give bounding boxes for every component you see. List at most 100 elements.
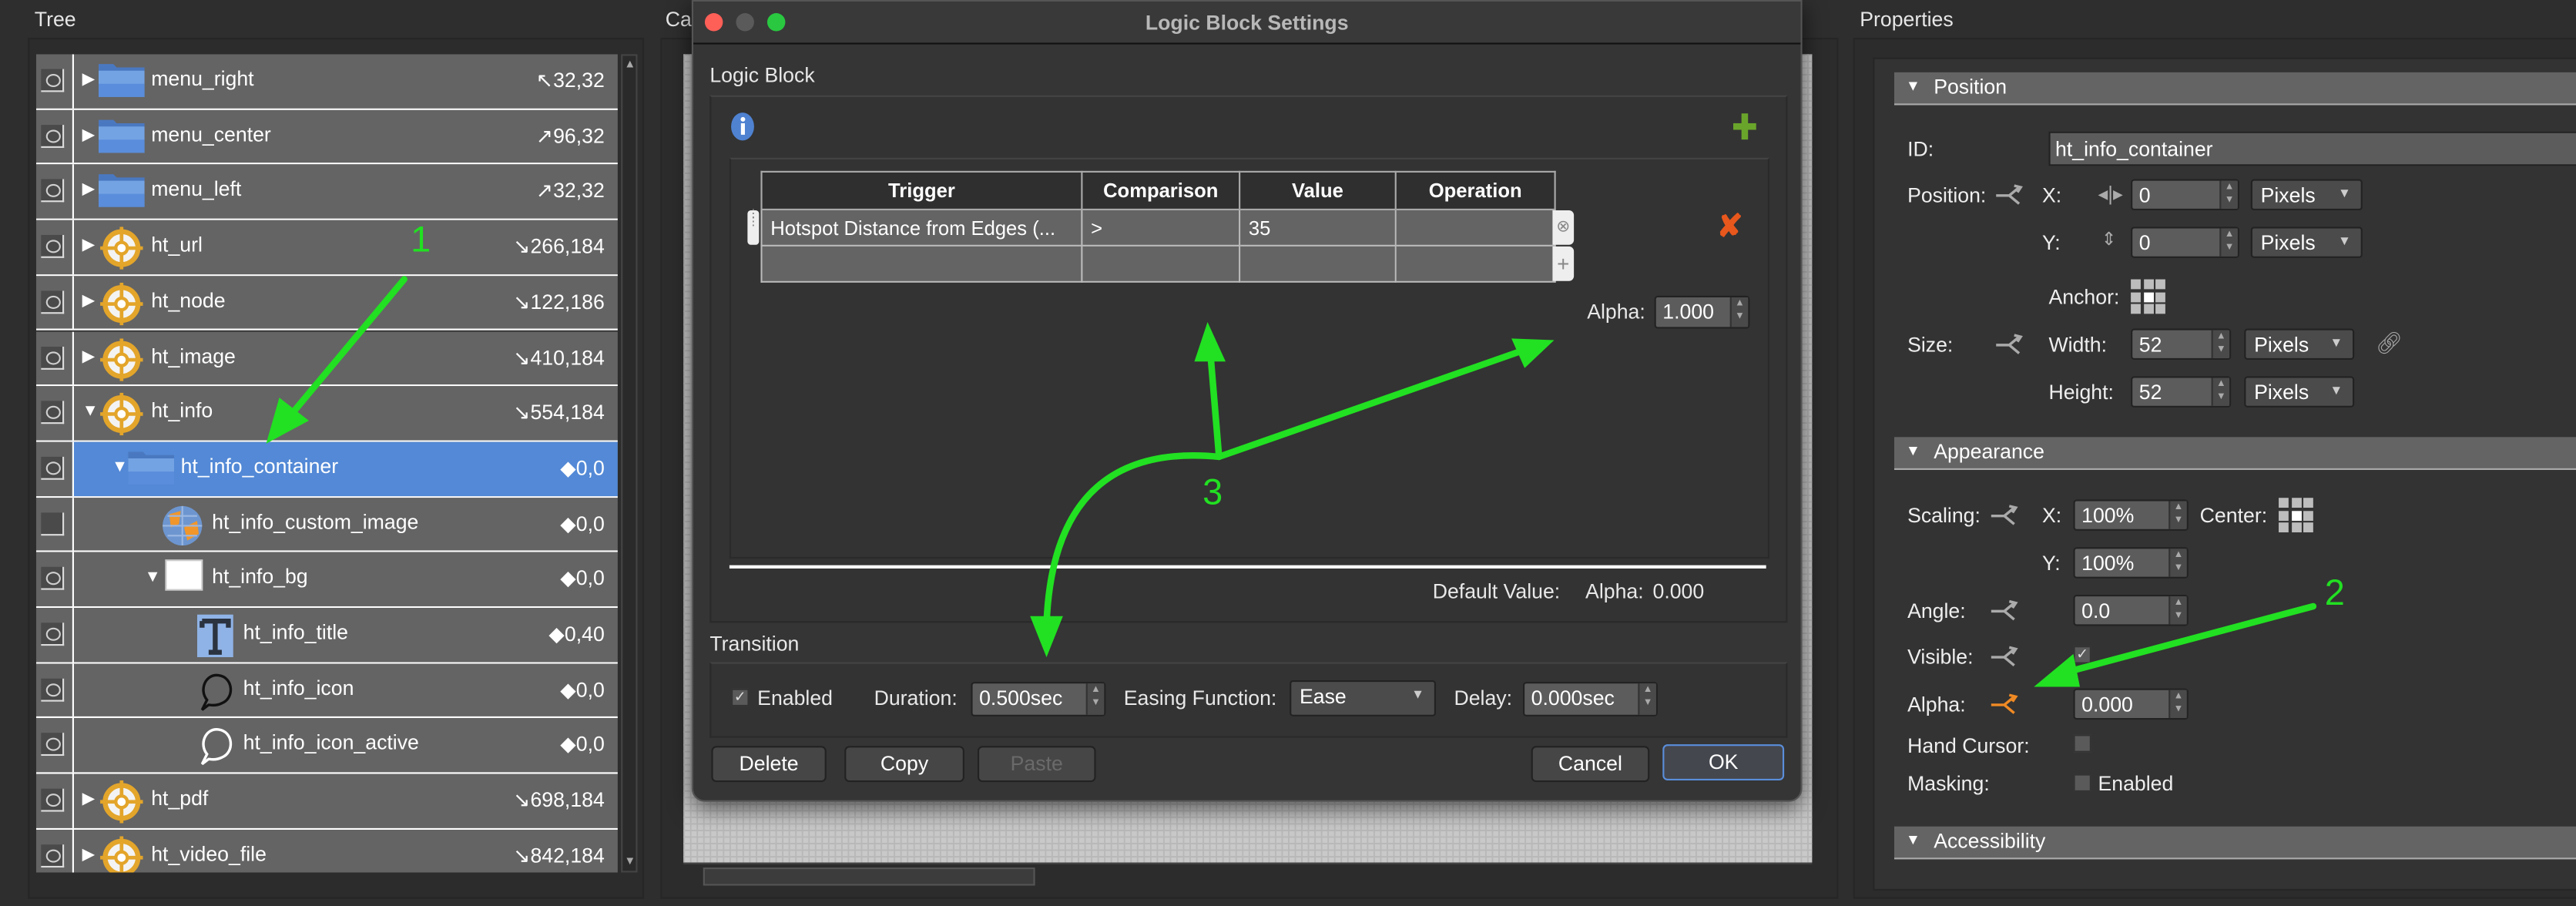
delay-stepper[interactable]: 0.000sec ▲ ▼ [1523, 682, 1658, 716]
stepper-arrows-icon[interactable]: ▲ ▼ [2211, 330, 2230, 358]
animate-property-icon[interactable] [1990, 505, 2019, 528]
visibility-eye-icon[interactable] [41, 622, 65, 646]
width-stepper[interactable]: 52 ▲ ▼ [2131, 328, 2232, 361]
operation-cell[interactable] [1394, 244, 1556, 283]
tree-row-ht-info-custom-image[interactable]: ht_info_custom_image ◆0,0 [35, 497, 618, 553]
scroll-down-icon[interactable]: ▼ [624, 856, 636, 867]
tree-row-ht-url[interactable]: ▶ ht_url ↘266,184 [35, 220, 618, 276]
stepper-arrows-icon[interactable]: ▲ ▼ [2168, 549, 2187, 577]
visibility-toggle-off[interactable] [41, 512, 65, 535]
stepper-arrows-icon[interactable]: ▲ ▼ [2168, 690, 2187, 718]
delete-condition-x-icon[interactable]: ✘ [1717, 209, 1743, 247]
animate-property-icon[interactable] [1994, 184, 2024, 207]
table-row-empty[interactable] [760, 244, 1556, 283]
cancel-button[interactable]: Cancel [1531, 746, 1650, 783]
tree-row-ht-info-title[interactable]: ht_info_title ◆0,40 [35, 608, 618, 663]
expand-triangle-down-icon[interactable]: ▼ [82, 403, 99, 421]
position-x-stepper[interactable]: 0 ▲ ▼ [2131, 179, 2239, 210]
stepper-arrows-icon[interactable]: ▲ ▼ [2211, 378, 2230, 406]
animate-property-icon[interactable] [1990, 646, 2019, 669]
tree-row-ht-pdf[interactable]: ▶ ht_pdf ↘698,184 [35, 773, 618, 830]
expand-triangle-right-icon[interactable]: ▶ [82, 181, 95, 199]
value-cell[interactable]: 35 [1239, 208, 1397, 247]
link-aspect-icon[interactable]: 🔗︎ [2376, 331, 2403, 357]
expand-triangle-right-icon[interactable]: ▶ [82, 237, 95, 254]
height-stepper[interactable]: 52 ▲ ▼ [2131, 376, 2232, 408]
visibility-eye-icon[interactable] [41, 788, 65, 812]
anchor-grid[interactable] [2131, 279, 2165, 314]
visibility-eye-icon[interactable] [41, 567, 65, 591]
expand-triangle-right-icon[interactable]: ▶ [82, 790, 95, 808]
tree-row-menu-left[interactable]: ▶ menu_left ↗32,32 [35, 165, 618, 220]
expand-triangle-right-icon[interactable]: ▶ [82, 846, 95, 864]
expand-triangle-down-icon[interactable]: ▼ [112, 458, 128, 476]
position-y-stepper[interactable]: 0 ▲ ▼ [2131, 226, 2239, 258]
drag-handle-icon[interactable]: ⋮ ⋮ [747, 209, 760, 245]
tree-row-ht-info-icon[interactable]: ht_info_icon ◆0,0 [35, 663, 618, 719]
ok-button[interactable]: OK [1662, 744, 1785, 781]
remove-row-icon[interactable]: ⊗ [1552, 210, 1575, 245]
stepper-arrows-icon[interactable]: ▲ ▼ [2168, 501, 2187, 529]
stepper-arrows-icon[interactable]: ▲ ▼ [2219, 180, 2238, 209]
id-input[interactable]: ht_info_container [2048, 131, 2576, 166]
tree-row-ht-video-file[interactable]: ▶ ht_video_file ↘842,184 [35, 829, 618, 873]
stepper-arrows-icon[interactable]: ▲ ▼ [2168, 596, 2187, 625]
comparison-cell[interactable]: > [1081, 208, 1241, 247]
tree-row-ht-node[interactable]: ▶ ht_node ↘122,186 [35, 275, 618, 331]
visibility-eye-icon[interactable] [41, 180, 65, 203]
visibility-eye-icon[interactable] [41, 124, 65, 148]
info-icon[interactable] [730, 112, 756, 141]
easing-function-select[interactable]: Ease ▼ [1290, 680, 1436, 716]
table-row[interactable]: Hotspot Distance from Edges (... > 35 [760, 208, 1556, 247]
section-appearance-header[interactable]: ▼ Appearance [1894, 437, 2576, 470]
animate-property-icon[interactable] [1994, 334, 2024, 357]
value-cell[interactable] [1239, 244, 1397, 283]
expand-triangle-down-icon[interactable]: ▼ [145, 569, 161, 587]
alpha-value-stepper[interactable]: 1.000 ▲ ▼ [1654, 295, 1750, 329]
scrollbar-thumb[interactable] [703, 867, 1035, 886]
add-row-icon[interactable]: + [1552, 246, 1575, 281]
tree-row-ht-info-bg[interactable]: ▼ ht_info_bg ◆0,0 [35, 552, 618, 609]
column-trigger[interactable]: Trigger [760, 170, 1083, 210]
visibility-eye-icon[interactable] [41, 235, 65, 259]
position-y-unit-select[interactable]: Pixels ▼ [2250, 226, 2363, 258]
stepper-arrows-icon[interactable]: ▲ ▼ [1085, 683, 1105, 715]
column-operation[interactable]: Operation [1394, 170, 1556, 210]
tree-row-ht-info-container[interactable]: ▼ ht_info_container ◆0,0 [35, 441, 618, 498]
trigger-cell[interactable]: Hotspot Distance from Edges (... [760, 208, 1083, 247]
scale-x-stepper[interactable]: 100% ▲ ▼ [2073, 499, 2189, 531]
visibility-eye-icon[interactable] [41, 290, 65, 314]
expand-triangle-right-icon[interactable]: ▶ [82, 71, 95, 89]
visibility-eye-icon[interactable] [41, 844, 65, 867]
center-grid[interactable] [2279, 498, 2313, 532]
visible-checkbox[interactable]: ✓ [2073, 646, 2091, 664]
scale-y-stepper[interactable]: 100% ▲ ▼ [2073, 547, 2189, 579]
visibility-eye-icon[interactable] [41, 733, 65, 757]
angle-stepper[interactable]: 0.0 ▲ ▼ [2073, 595, 2189, 626]
tree-row-ht-info[interactable]: ▼ ht_info ↘554,184 [35, 386, 618, 442]
operation-cell[interactable] [1394, 208, 1556, 247]
visibility-eye-icon[interactable] [41, 69, 65, 92]
tree-row-ht-image[interactable]: ▶ ht_image ↘410,184 [35, 331, 618, 387]
expand-triangle-right-icon[interactable]: ▶ [82, 292, 95, 310]
animate-property-icon[interactable] [1990, 599, 2019, 622]
section-position-header[interactable]: ▼ Position [1894, 72, 2576, 106]
animated-property-icon[interactable] [1990, 693, 2019, 716]
tree-scrollbar[interactable]: ▲ ▼ [621, 54, 638, 873]
trigger-cell[interactable] [760, 244, 1083, 283]
visibility-eye-icon[interactable] [41, 401, 65, 424]
tree-row-menu-right[interactable]: ▶ menu_right ↖32,32 [35, 54, 618, 110]
width-unit-select[interactable]: Pixels ▼ [2244, 328, 2355, 361]
canvas-horizontal-scrollbar[interactable] [683, 862, 1813, 888]
visibility-eye-icon[interactable] [41, 345, 65, 369]
stepper-arrows-icon[interactable]: ▲ ▼ [1729, 297, 1749, 327]
dialog-titlebar[interactable]: Logic Block Settings [693, 2, 1801, 45]
alpha-stepper[interactable]: 0.000 ▲ ▼ [2073, 688, 2189, 720]
tree-row-menu-center[interactable]: ▶ menu_center ↗96,32 [35, 109, 618, 166]
duration-stepper[interactable]: 0.500sec ▲ ▼ [971, 682, 1106, 716]
height-unit-select[interactable]: Pixels ▼ [2244, 376, 2355, 408]
expand-triangle-right-icon[interactable]: ▶ [82, 347, 95, 365]
delete-button[interactable]: Delete [711, 746, 827, 783]
masking-checkbox[interactable] [2073, 773, 2091, 792]
comparison-cell[interactable] [1081, 244, 1241, 283]
